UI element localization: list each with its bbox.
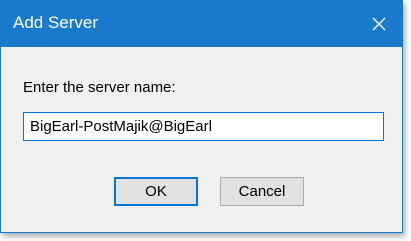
close-icon [372,17,386,31]
server-name-label: Enter the server name: [23,79,176,96]
dialog-title: Add Server [13,13,99,32]
ok-button[interactable]: OK [114,177,198,206]
title-bar[interactable]: Add Server [1,1,402,47]
server-name-input[interactable] [23,112,384,141]
cancel-button[interactable]: Cancel [220,177,304,206]
add-server-dialog: Add Server Enter the server name: OK Can… [0,0,403,233]
close-button[interactable] [356,1,402,47]
